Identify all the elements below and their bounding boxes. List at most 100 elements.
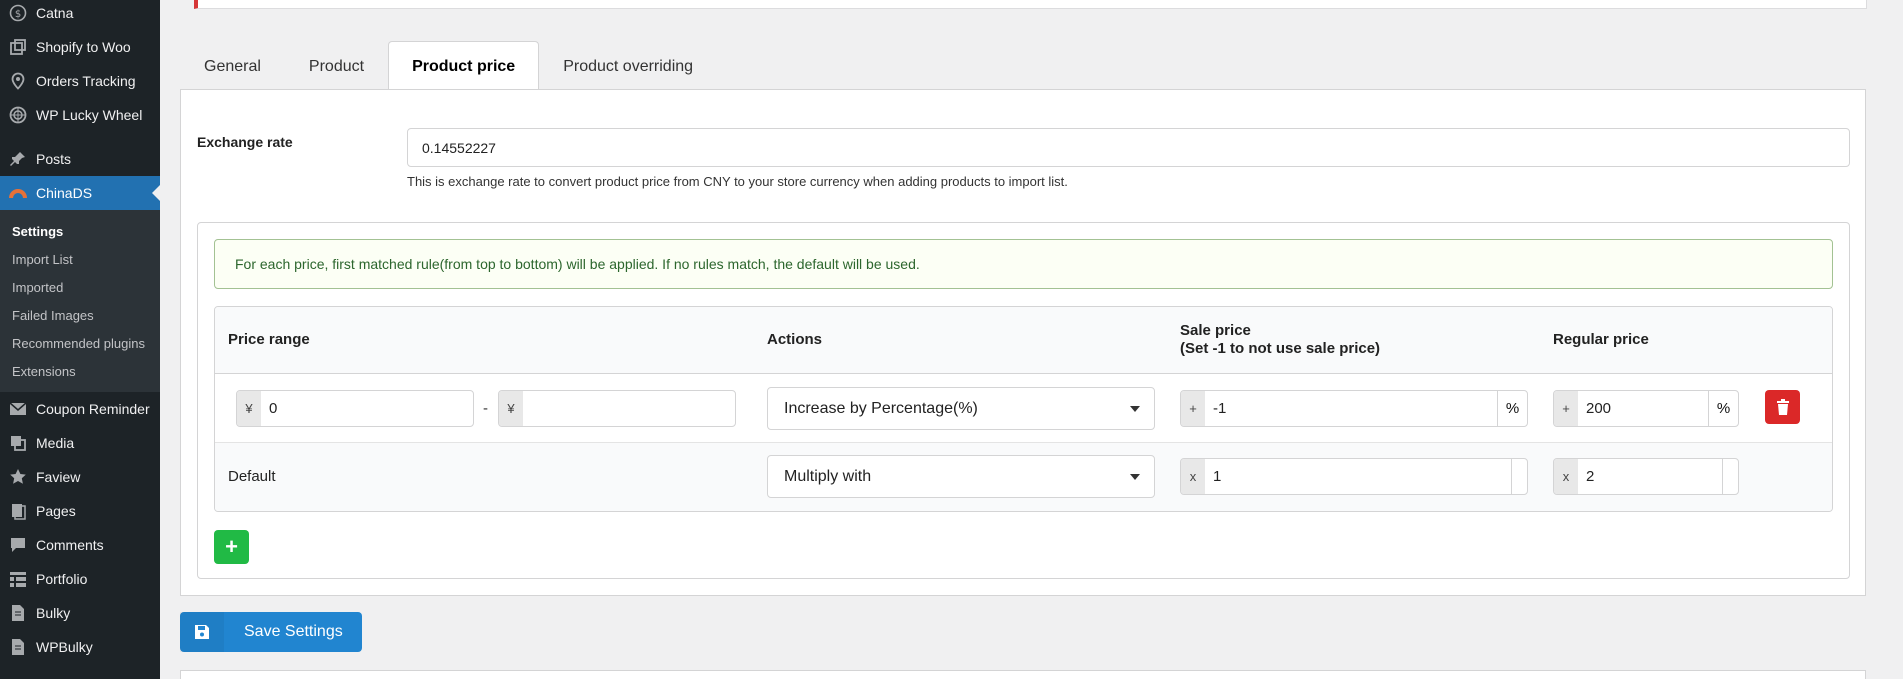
menu-portfolio[interactable]: Portfolio	[0, 562, 160, 596]
save-settings-label: Save Settings	[244, 623, 343, 640]
percent-addon: %	[1497, 391, 1527, 426]
menu-orders-tracking[interactable]: Orders Tracking	[0, 64, 160, 98]
tab-product[interactable]: Product	[285, 41, 388, 90]
top-notice-box	[194, 0, 1867, 9]
menu-bulky[interactable]: Bulky	[0, 596, 160, 630]
table-row: ¥ 0 - ¥ Increase by Percentage(%) + -1 %	[215, 374, 1832, 443]
product-price-panel: Exchange rate This is exchange rate to c…	[180, 89, 1866, 596]
settings-tabs: General Product Product price Product ov…	[180, 41, 717, 90]
submenu-failed-images[interactable]: Failed Images	[0, 301, 160, 329]
yen-addon: ¥	[499, 391, 523, 426]
menu-wp-lucky-wheel[interactable]: WP Lucky Wheel	[0, 98, 160, 132]
bottom-panel	[180, 670, 1866, 679]
add-rule-button[interactable]: +	[214, 530, 249, 564]
action-select-value: Increase by Percentage(%)	[784, 400, 978, 417]
menu-label: WPBulky	[36, 639, 93, 655]
menu-label: Catna	[36, 5, 74, 21]
menu-comments[interactable]: Comments	[0, 528, 160, 562]
menu-separator	[0, 132, 160, 142]
exchange-rate-input[interactable]	[407, 128, 1850, 167]
menu-pages[interactable]: Pages	[0, 494, 160, 528]
price-to-input[interactable]: ¥	[498, 390, 736, 427]
page-icon	[8, 501, 28, 521]
menu-label: Pages	[36, 503, 76, 519]
plus-addon: +	[1554, 391, 1578, 426]
submenu-imported[interactable]: Imported	[0, 273, 160, 301]
submenu-extensions[interactable]: Extensions	[0, 357, 160, 385]
default-action-select[interactable]: Multiply with	[767, 455, 1155, 498]
header-sale-price-note: (Set -1 to not use sale price)	[1180, 340, 1381, 357]
percent-addon: %	[1708, 391, 1738, 426]
menu-label: Posts	[36, 151, 72, 167]
location-pin-icon	[8, 71, 28, 91]
tab-product-price[interactable]: Product price	[388, 41, 540, 90]
chevron-down-icon	[1130, 406, 1140, 417]
menu-coupon-reminder[interactable]: Coupon Reminder	[0, 392, 160, 426]
header-sale-price-title: Sale price	[1180, 322, 1251, 339]
action-select[interactable]: Increase by Percentage(%)	[767, 387, 1155, 430]
delete-rule-button[interactable]	[1765, 390, 1800, 424]
doc-icon	[8, 637, 28, 657]
regular-price-input[interactable]: + 200 %	[1553, 390, 1739, 427]
media-icon	[8, 433, 28, 453]
menu-chinads[interactable]: ChinaDS	[0, 176, 160, 210]
chinads-submenu: Settings Import List Imported Failed Ima…	[0, 210, 160, 392]
menu-label: Coupon Reminder	[36, 401, 150, 417]
save-icon	[180, 612, 224, 652]
star-icon	[8, 467, 28, 487]
price-from-value: 0	[269, 400, 278, 417]
chevron-down-icon	[1130, 474, 1140, 485]
regular-price-value: 200	[1586, 400, 1612, 417]
multiply-addon: x	[1554, 459, 1578, 494]
menu-label: Faview	[36, 469, 81, 485]
price-from-input[interactable]: ¥ 0	[236, 390, 474, 427]
header-regular-price: Regular price	[1553, 331, 1649, 348]
default-regular-price-input[interactable]: x 2	[1553, 458, 1739, 495]
plus-icon: +	[225, 534, 238, 559]
submenu-settings[interactable]: Settings	[0, 217, 160, 245]
menu-label: Comments	[36, 537, 104, 553]
menu-label: ChinaDS	[36, 185, 93, 201]
dollar-icon: $	[8, 3, 28, 23]
header-sale-price: Sale price (Set -1 to not use sale price…	[1180, 322, 1380, 358]
range-dash: -	[483, 400, 488, 417]
default-row: Default Multiply with x 1 x 2	[215, 443, 1832, 511]
menu-label: Media	[36, 435, 75, 451]
exchange-rate-help: This is exchange rate to convert product…	[407, 174, 1068, 189]
menu-label: Shopify to Woo	[36, 39, 131, 55]
menu-faview[interactable]: Faview	[0, 460, 160, 494]
rules-info-message: For each price, first matched rule(from …	[214, 239, 1833, 289]
empty-addon	[1511, 459, 1527, 494]
pin-icon	[8, 149, 28, 169]
save-settings-button[interactable]: Save Settings	[180, 612, 362, 652]
submenu-recommended-plugins[interactable]: Recommended plugins	[0, 329, 160, 357]
price-to-value	[523, 391, 735, 426]
submenu-import-list[interactable]: Import List	[0, 245, 160, 273]
menu-posts[interactable]: Posts	[0, 142, 160, 176]
price-rules-box: For each price, first matched rule(from …	[197, 222, 1850, 579]
admin-sidebar: $ Catna Shopify to Woo Orders Tracking W…	[0, 0, 160, 679]
header-price-range: Price range	[228, 331, 310, 348]
svg-text:$: $	[15, 9, 21, 20]
tab-general[interactable]: General	[180, 41, 285, 90]
default-label: Default	[228, 468, 276, 485]
menu-shopify-to-woo[interactable]: Shopify to Woo	[0, 30, 160, 64]
tab-product-overriding[interactable]: Product overriding	[539, 41, 717, 90]
yen-addon: ¥	[237, 391, 261, 426]
menu-label: Portfolio	[36, 571, 88, 587]
default-action-value: Multiply with	[784, 468, 872, 485]
chinads-icon	[8, 183, 28, 203]
header-actions: Actions	[767, 331, 823, 348]
default-sale-price-input[interactable]: x 1	[1180, 458, 1528, 495]
default-regular-price-value: 2	[1586, 468, 1595, 485]
menu-catna[interactable]: $ Catna	[0, 0, 160, 30]
menu-media[interactable]: Media	[0, 426, 160, 460]
table-header: Price range Actions Sale price (Set -1 t…	[215, 307, 1832, 374]
empty-addon	[1722, 459, 1738, 494]
comment-icon	[8, 535, 28, 555]
menu-label: Bulky	[36, 605, 71, 621]
trash-icon	[1776, 399, 1789, 415]
sale-price-input[interactable]: + -1 %	[1180, 390, 1528, 427]
sale-price-value: -1	[1213, 400, 1227, 417]
menu-wpbulky[interactable]: WPBulky	[0, 630, 160, 664]
